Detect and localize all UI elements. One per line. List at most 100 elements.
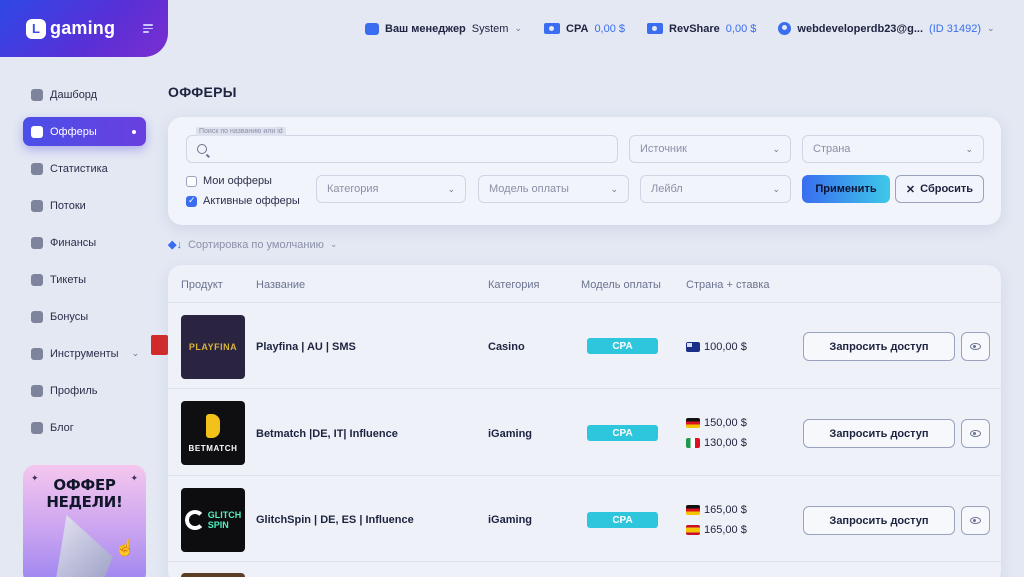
active-offers-label: Активные офферы: [203, 195, 300, 207]
money-icon: [647, 23, 664, 34]
apply-button[interactable]: Применить: [802, 175, 890, 203]
sidebar-item-statistics[interactable]: Статистика: [23, 154, 146, 183]
offer-of-week-banner[interactable]: ✦ ✦ ОФФЕР НЕДЕЛИ! ☝: [23, 465, 146, 577]
view-offer-button[interactable]: [961, 506, 990, 535]
sidebar-item-finance[interactable]: Финансы: [23, 228, 146, 257]
sidebar-item-bonus[interactable]: Бонусы: [23, 302, 146, 331]
source-select[interactable]: Источник ⌄: [629, 135, 791, 163]
payment-model-select[interactable]: Модель оплаты ⌄: [478, 175, 629, 203]
label-select[interactable]: Лейбл ⌄: [640, 175, 791, 203]
finance-icon: [31, 236, 43, 249]
chevron-down-icon: ⌄: [131, 348, 140, 358]
sort-dropdown[interactable]: ◆↓ Сортировка по умолчанию ⌄: [168, 238, 337, 252]
active-indicator: [132, 129, 136, 134]
filters-panel: [168, 117, 1001, 225]
manager-dropdown[interactable]: Ваш менеджер System ⌄: [365, 22, 522, 35]
top-nav: Ваш менеджер System ⌄ CPA 0,00 $ RevShar…: [360, 0, 995, 57]
sidebar-item-label: Дашборд: [50, 88, 98, 101]
product-logo-betmatch[interactable]: BETMATCH: [181, 401, 245, 465]
row-divider: [168, 388, 1001, 389]
revshare-label: RevShare: [669, 22, 720, 35]
sidebar-item-label: Финансы: [50, 236, 97, 249]
sidebar-item-blog[interactable]: Блог: [23, 413, 146, 442]
sidebar-item-label: Блог: [50, 421, 74, 434]
chevron-down-icon: ⌄: [772, 143, 780, 154]
payment-placeholder: Модель оплаты: [489, 183, 569, 195]
request-access-button[interactable]: Запросить доступ: [803, 419, 955, 448]
flag-es-icon: [686, 525, 700, 535]
country-placeholder: Страна: [813, 143, 851, 155]
my-offers-checkbox[interactable]: Мои офферы: [186, 175, 272, 187]
header-product: Продукт: [181, 279, 223, 291]
sidebar-item-label: Бонусы: [50, 310, 89, 323]
header-country-rate: Страна + ставка: [686, 279, 770, 291]
promo-title: ОФФЕР НЕДЕЛИ!: [23, 477, 146, 511]
chat-icon: [365, 22, 379, 35]
user-icon: [778, 22, 792, 35]
reset-label: Сбросить: [920, 183, 974, 195]
product-logo-glitchspin[interactable]: GLITCH SPIN: [181, 488, 245, 552]
sidebar-item-label: Профиль: [50, 384, 98, 397]
request-access-button[interactable]: Запросить доступ: [803, 506, 955, 535]
offer-category: iGaming: [488, 428, 533, 440]
sidebar-item-profile[interactable]: Профиль: [23, 376, 146, 405]
account-dropdown[interactable]: webdeveloperdb23@g... (ID 31492) ⌄: [778, 22, 995, 35]
sidebar-item-label: Статистика: [50, 162, 108, 175]
offer-name[interactable]: Betmatch |DE, IT| Influence: [256, 428, 398, 440]
manager-label: Ваш менеджер: [385, 22, 466, 35]
country-select[interactable]: Страна ⌄: [802, 135, 984, 163]
country-rate: 100,00 $: [686, 341, 747, 353]
tickets-icon: [31, 273, 43, 286]
country-rate: 165,00 $: [686, 504, 747, 516]
sidebar-item-streams[interactable]: Потоки: [23, 191, 146, 220]
sidebar-item-tools[interactable]: Инструменты ⌄: [23, 339, 146, 368]
request-access-button[interactable]: Запросить доступ: [803, 332, 955, 361]
offer-name[interactable]: Playfina | AU | SMS: [256, 341, 356, 353]
sparkle-icon: ✦: [31, 473, 39, 483]
product-logo-next[interactable]: [181, 573, 245, 577]
row-divider: [168, 475, 1001, 476]
offer-name[interactable]: GlitchSpin | DE, ES | Influence: [256, 514, 414, 526]
flag-it-icon: [686, 438, 700, 448]
offer-category: iGaming: [488, 514, 533, 526]
dashboard-icon: [31, 88, 43, 101]
logo-line-2: SPIN: [207, 520, 229, 530]
betmatch-mark-icon: [206, 413, 220, 438]
view-offer-button[interactable]: [961, 419, 990, 448]
country-rate: 130,00 $: [686, 437, 747, 449]
chevron-down-icon: ⌄: [987, 23, 995, 33]
row-divider: [168, 302, 1001, 303]
eye-icon: [970, 517, 981, 524]
country-rate: 150,00 $: [686, 417, 747, 429]
active-offers-checkbox[interactable]: Активные офферы: [186, 195, 300, 207]
manager-name: System: [471, 22, 509, 35]
revshare-value: 0,00 $: [725, 22, 757, 35]
flag-de-icon: [686, 418, 700, 428]
sparkle-icon: ✦: [130, 473, 138, 483]
category-select[interactable]: Категория ⌄: [316, 175, 466, 203]
search-input[interactable]: [186, 135, 618, 163]
product-logo-text: GLITCH SPIN: [208, 510, 242, 530]
flag-au-icon: [686, 342, 700, 352]
brand-name[interactable]: gaming: [50, 18, 115, 39]
source-placeholder: Источник: [640, 143, 687, 155]
reset-button[interactable]: ✕ Сбросить: [895, 175, 984, 203]
sidebar-item-label: Тикеты: [50, 273, 87, 286]
logo-icon[interactable]: L: [26, 18, 46, 39]
view-offer-button[interactable]: [961, 332, 990, 361]
revshare-balance[interactable]: RevShare 0,00 $: [647, 23, 756, 35]
product-logo-playfina[interactable]: PLAYFINA: [181, 315, 245, 379]
account-id: (ID 31492): [929, 22, 982, 35]
checkbox-icon: [186, 175, 197, 187]
side-tab[interactable]: [151, 335, 168, 355]
cpa-balance[interactable]: CPA 0,00 $: [544, 23, 625, 35]
sidebar-item-tickets[interactable]: Тикеты: [23, 265, 146, 294]
header-payment: Модель оплаты: [581, 279, 661, 291]
cpa-value: 0,00 $: [594, 22, 626, 35]
sidebar-item-dashboard[interactable]: Дашборд: [23, 80, 146, 109]
my-offers-label: Мои офферы: [203, 175, 272, 187]
menu-toggle-icon[interactable]: [143, 24, 154, 33]
product-logo-text: PLAYFINA: [188, 342, 238, 352]
sidebar-item-offers[interactable]: Офферы: [23, 117, 146, 146]
pointer-hand-icon: ☝: [115, 540, 135, 557]
